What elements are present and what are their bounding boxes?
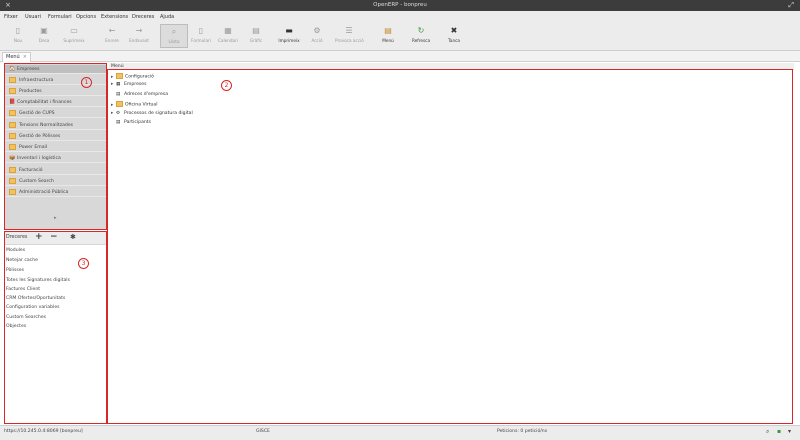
forward-arrow-icon: → xyxy=(135,26,143,35)
new-doc-icon: ▯ xyxy=(15,26,21,35)
annotation-badge-2: 2 xyxy=(221,80,232,91)
window-maximize-icon[interactable]: ⤢ xyxy=(788,1,794,10)
toolbar-action-button[interactable]: ⚙ Acció xyxy=(303,24,331,48)
menu-opcions[interactable]: Opcions xyxy=(76,14,96,20)
menu-extensions[interactable]: Extensions xyxy=(101,14,128,20)
toolbar-trigger-button[interactable]: ☰ Provoca acció xyxy=(335,24,364,48)
window-titlebar: × OpenERP - bonpreu ⤢ xyxy=(0,0,800,11)
search-icon: ⌕ xyxy=(171,27,177,36)
status-server: https://10.245.0.4:8069 [bonpreu] xyxy=(4,429,83,434)
menu-fitxer[interactable]: Fitxer xyxy=(4,14,18,20)
toolbar-new-button[interactable]: ▯ Nou xyxy=(4,24,32,48)
toolbar-back-button[interactable]: ← Enrere xyxy=(98,24,126,48)
toolbar-save-button[interactable]: ▣ Desa xyxy=(30,24,58,48)
toolbar-menu-button[interactable]: ▤ Menú xyxy=(374,24,402,48)
toolbar-close-button[interactable]: ✖ Tanca xyxy=(440,24,468,48)
toolbar-list-button[interactable]: ⌕ Llista xyxy=(160,24,188,48)
highlight-box-shortcuts xyxy=(4,231,107,424)
back-arrow-icon: ← xyxy=(108,26,116,35)
tab-close-icon[interactable]: × xyxy=(23,54,27,60)
trigger-icon: ☰ xyxy=(345,26,353,35)
toolbar: ▯ Nou ▣ Desa ▭ Suprimeix ← Enrere → Endavant … xyxy=(0,23,800,51)
menu-icon: ▤ xyxy=(384,26,392,35)
search-icon[interactable]: ⌕ xyxy=(766,428,769,436)
toolbar-graph-button[interactable]: ▤ Gràfic xyxy=(242,24,270,48)
lock-icon: ▪ xyxy=(777,428,782,435)
status-bar: https://10.245.0.4:8069 [bonpreu] GISCE … xyxy=(0,425,800,440)
tab-menu[interactable]: Menú × xyxy=(2,52,31,62)
status-requests: Peticions: 0 petició/ns xyxy=(497,429,548,434)
toolbar-refresh-button[interactable]: ↻ Refresca xyxy=(407,24,435,48)
tab-strip: Menú × xyxy=(0,51,800,62)
toolbar-form-button[interactable]: ▯ Formulari xyxy=(187,24,215,48)
save-icon: ▣ xyxy=(40,26,48,35)
action-icon: ⚙ xyxy=(313,26,321,35)
window-title: OpenERP - bonpreu xyxy=(373,2,427,8)
menubar: Fitxer Usuari Formulari Opcions Extensio… xyxy=(0,11,800,23)
print-icon: ▬ xyxy=(285,26,293,35)
menu-dreceres[interactable]: Dreceres xyxy=(132,14,154,20)
annotation-badge-3: 3 xyxy=(78,258,89,269)
highlight-box-modules xyxy=(4,63,107,230)
menu-ajuda[interactable]: Ajuda xyxy=(160,14,174,20)
toolbar-forward-button[interactable]: → Endavant xyxy=(125,24,153,48)
close-icon: ✖ xyxy=(450,26,458,35)
dropdown-icon[interactable]: ▾ xyxy=(788,428,791,435)
delete-icon: ▭ xyxy=(70,26,78,35)
status-company: GISCE xyxy=(256,429,270,434)
highlight-box-tree xyxy=(107,69,793,424)
toolbar-print-button[interactable]: ▬ Imprimeix xyxy=(275,24,303,48)
form-icon: ▯ xyxy=(198,26,204,35)
refresh-icon: ↻ xyxy=(417,26,425,35)
tab-menu-label: Menú xyxy=(6,54,20,60)
toolbar-calendar-button[interactable]: ▦ Calendari xyxy=(214,24,242,48)
graph-icon: ▤ xyxy=(252,26,260,35)
calendar-icon: ▦ xyxy=(224,26,232,35)
toolbar-delete-button[interactable]: ▭ Suprimeix xyxy=(60,24,88,48)
menu-formulari[interactable]: Formulari xyxy=(48,14,72,20)
annotation-badge-1: 1 xyxy=(81,77,92,88)
menu-usuari[interactable]: Usuari xyxy=(25,14,41,20)
